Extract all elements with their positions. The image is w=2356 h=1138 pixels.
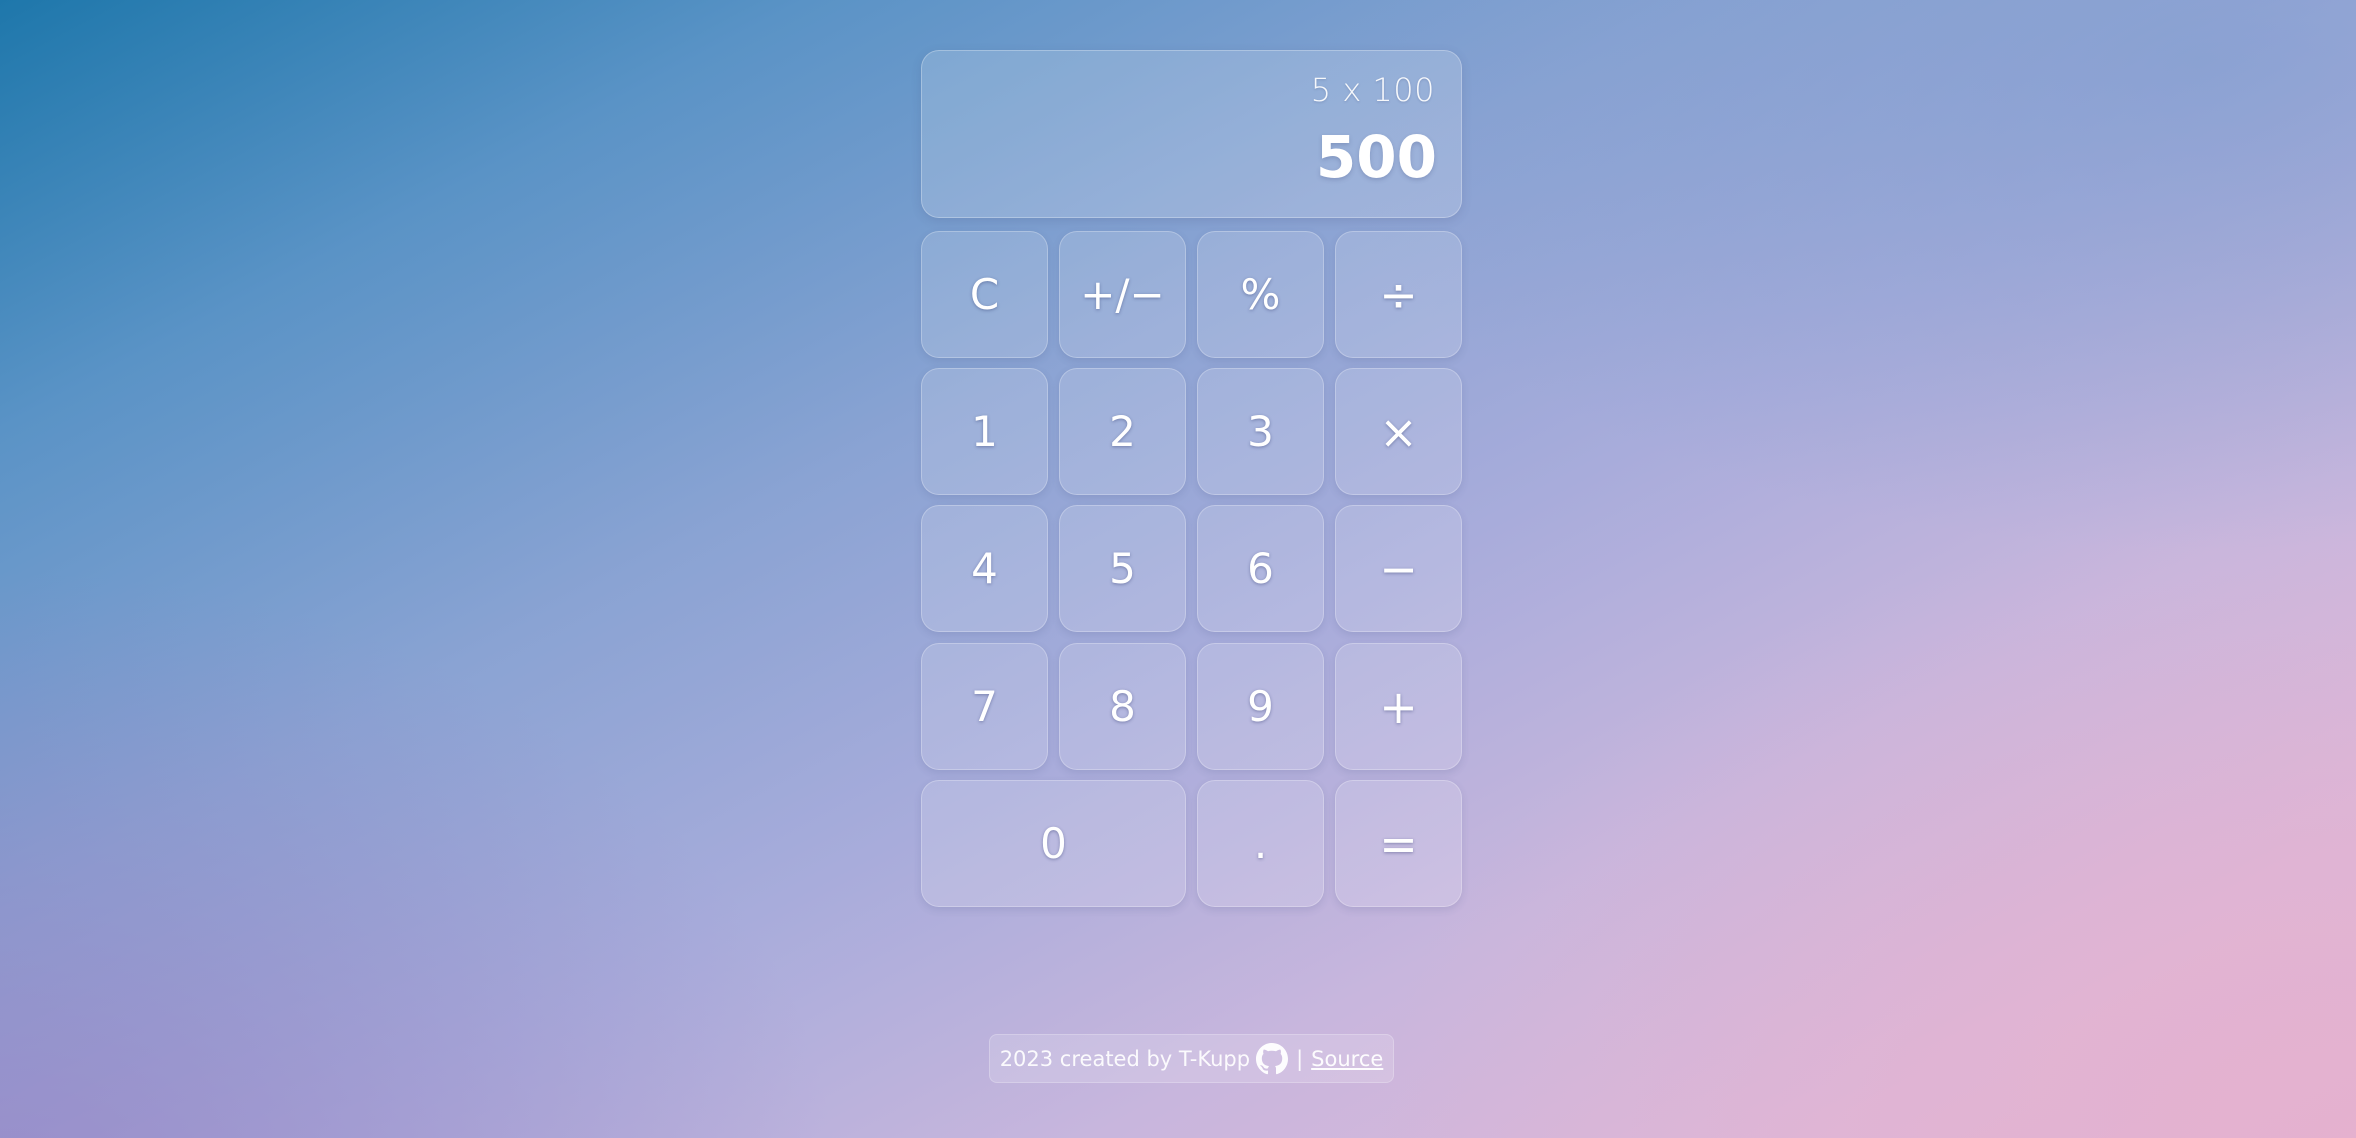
credit-text: 2023 created by T-Kupp [999, 1046, 1251, 1071]
add-button[interactable]: + [1335, 643, 1462, 770]
digit-9-button[interactable]: 9 [1197, 643, 1324, 770]
footer-separator: | [1296, 1046, 1304, 1071]
result-text: 500 [1315, 123, 1437, 191]
digit-2-button[interactable]: 2 [1059, 368, 1186, 495]
digit-6-button[interactable]: 6 [1197, 505, 1324, 632]
digit-7-button[interactable]: 7 [921, 643, 1048, 770]
subtract-button[interactable]: − [1335, 505, 1462, 632]
percent-button[interactable]: % [1197, 231, 1324, 358]
clear-button[interactable]: C [921, 231, 1048, 358]
digit-4-button[interactable]: 4 [921, 505, 1048, 632]
decimal-button[interactable]: . [1197, 780, 1324, 907]
digit-8-button[interactable]: 8 [1059, 643, 1186, 770]
digit-5-button[interactable]: 5 [1059, 505, 1186, 632]
expression-text: 5 x 100 [1310, 71, 1435, 109]
digit-0-button[interactable]: 0 [921, 780, 1186, 907]
digit-3-button[interactable]: 3 [1197, 368, 1324, 495]
sign-toggle-button[interactable]: +/− [1059, 231, 1186, 358]
digit-1-button[interactable]: 1 [921, 368, 1048, 495]
calculator-display: 5 x 100 500 [921, 50, 1462, 218]
divide-button[interactable]: ÷ [1335, 231, 1462, 358]
multiply-button[interactable]: × [1335, 368, 1462, 495]
source-link[interactable]: Source [1311, 1047, 1383, 1071]
footer: 2023 created by T-Kupp | Source [989, 1034, 1394, 1083]
github-icon[interactable] [1256, 1042, 1289, 1075]
equals-button[interactable]: = [1335, 780, 1462, 907]
